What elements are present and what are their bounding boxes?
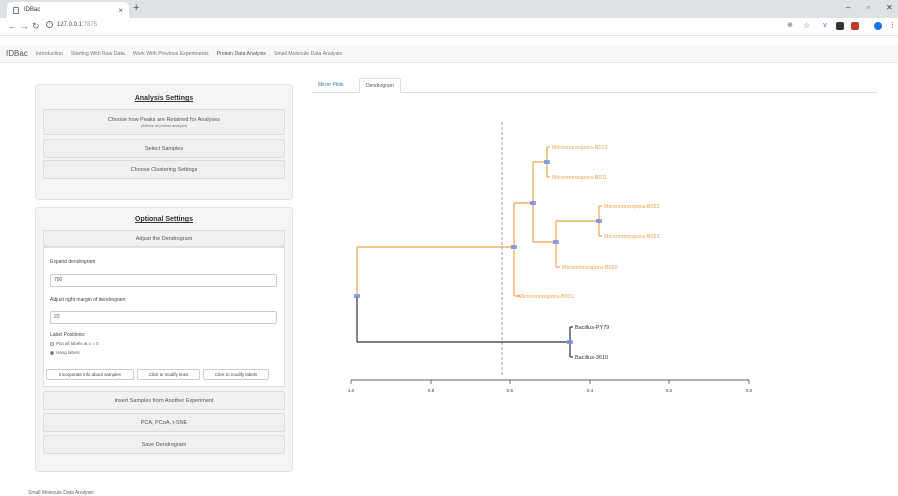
- micromonospora-branches: [356, 146, 602, 297]
- x-tick-label: 0.6: [507, 388, 514, 393]
- x-tick-label: 0.8: [428, 388, 435, 393]
- node-markers: [354, 160, 602, 344]
- leaf-label-b011: Micromonospora-B011: [552, 175, 607, 181]
- leaf-label-3610: Bacillus-3610: [575, 355, 608, 361]
- leaf-label-b020: Micromonospora-B020: [562, 265, 618, 271]
- leaf-label-py79: Bacillus-PY79: [575, 325, 609, 331]
- x-axis: 1.0 0.8 0.6 0.4 0.2 0.0: [348, 379, 753, 393]
- leaf-label-b031: Micromonospora-B031: [518, 294, 574, 300]
- leaf-label-b022: Micromonospora-B022: [604, 204, 660, 210]
- x-tick-label: 0.4: [587, 388, 594, 393]
- dendrogram-plot: Micromonospora-B012 Micromonospora-B011 …: [348, 122, 753, 393]
- x-tick-label: 0.0: [746, 388, 753, 393]
- x-tick-label: 0.2: [666, 388, 673, 393]
- x-tick-label: 1.0: [348, 388, 355, 393]
- bacillus-branches: [356, 296, 573, 358]
- leaf-label-b012: Micromonospora-B012: [552, 145, 608, 151]
- leaf-label-b021: Micromonospora-B021: [604, 234, 660, 240]
